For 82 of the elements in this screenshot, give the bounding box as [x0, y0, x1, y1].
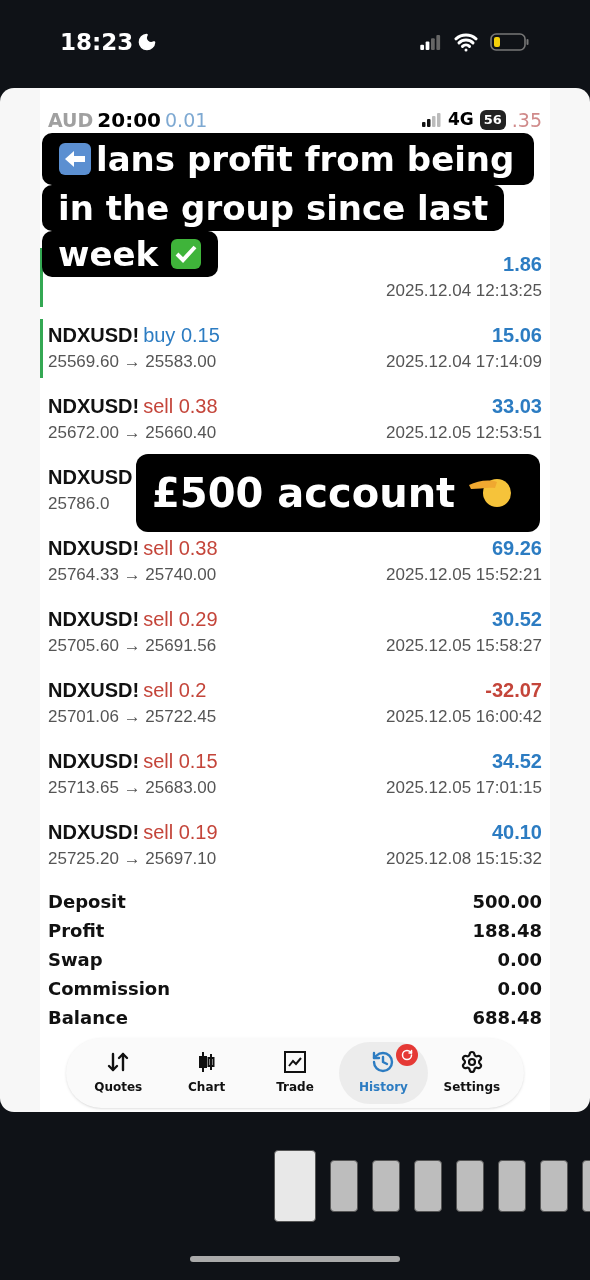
price-text: 25786.0 [48, 492, 110, 515]
order-text: sell 0.38 [143, 535, 218, 561]
network-text: 4G [447, 108, 474, 132]
summary-label: Commission [48, 977, 171, 1001]
price-text: 25705.60 → 25691.56 [48, 634, 217, 657]
summary-label: Swap [48, 948, 103, 972]
tab-button[interactable]: Trade [250, 1042, 340, 1104]
time-text: 2025.12.05 15:58:27 [386, 634, 542, 657]
tab-button[interactable]: Settings [427, 1042, 517, 1104]
time-text: 2025.12.05 12:53:51 [386, 421, 542, 444]
summary-label: Deposit [48, 890, 126, 914]
settings-icon [459, 1050, 484, 1074]
summary-value: 688.48 [472, 1006, 542, 1030]
thumbnail[interactable] [414, 1160, 442, 1212]
symbol-text: NDXUSD! [48, 393, 140, 419]
battery-icon [490, 32, 530, 52]
symbol-text: NDXUSD! [48, 535, 140, 561]
check-mark-icon [170, 238, 203, 270]
moon-icon [137, 32, 158, 52]
symbol-text: NDXUSD! [48, 819, 140, 845]
signal-icon [420, 34, 442, 50]
faded-volume-text: 0.01 [165, 107, 208, 133]
tab-button[interactable]: Quotes [74, 1042, 163, 1104]
order-text: sell 0.2 [143, 677, 207, 703]
tab-button[interactable]: Chart [162, 1042, 251, 1104]
profit-text: 40.10 [491, 819, 542, 845]
order-text: sell 0.19 [143, 819, 218, 845]
summary-value: 0.00 [497, 977, 542, 1001]
symbol-text: NDXUSD! [48, 322, 140, 348]
clock-text: 18:23 [60, 27, 134, 57]
summary-value: 500.00 [472, 890, 542, 914]
time-text: 2025.12.05 16:00:42 [386, 705, 542, 728]
profit-text: 69.26 [491, 535, 542, 561]
price-text: 25725.20 → 25697.10 [48, 847, 217, 870]
faded-profit-text: .35 [511, 107, 542, 133]
time-text: 2025.12.08 15:15:32 [386, 847, 542, 870]
tab-button[interactable]: History [339, 1042, 428, 1104]
faded-symbol-text: AUD [48, 107, 94, 133]
profit-text: 34.52 [491, 748, 542, 774]
price-text: 25672.00 → 25660.40 [48, 421, 217, 444]
summary-value: 0.00 [497, 948, 542, 972]
caption-text: in the group since last [58, 187, 489, 230]
profit-text: -32.07 [485, 677, 542, 703]
symbol-text: NDXUSD [48, 464, 133, 490]
time-text: 2025.12.05 15:52:21 [386, 563, 542, 586]
thumbnail[interactable] [456, 1160, 484, 1212]
order-text: sell 0.29 [143, 606, 218, 632]
thumbnail[interactable] [330, 1160, 358, 1212]
battery-level-badge: 56 [479, 110, 506, 130]
thumbnail[interactable] [274, 1150, 316, 1222]
refresh-icon [400, 1049, 413, 1061]
caption-text: week [58, 233, 159, 276]
price-text: 25764.33 → 25740.00 [48, 563, 217, 586]
summary-value: 188.48 [472, 919, 542, 943]
thumbnail[interactable] [498, 1160, 526, 1212]
signal-icon [421, 113, 442, 127]
time-text: 2025.12.04 12:13:25 [386, 279, 542, 302]
price-text: 25569.60 → 25583.00 [48, 350, 217, 373]
time-text: 2025.12.04 17:14:09 [386, 350, 542, 373]
order-text: buy 0.15 [143, 322, 220, 348]
price-text: 25701.06 → 25722.45 [48, 705, 217, 728]
caption-text: lans profit from being [96, 138, 515, 181]
thumbnail[interactable] [540, 1160, 568, 1212]
caption-text: £500 account [152, 469, 456, 518]
screenshot-clock-text: 20:00 [97, 107, 161, 134]
profit-text: 15.06 [491, 322, 542, 348]
order-text: sell 0.38 [143, 393, 218, 419]
symbol-text: NDXUSD! [48, 606, 140, 632]
symbol-text: NDXUSD! [48, 748, 140, 774]
price-text: 25713.65 → 25683.00 [48, 776, 217, 799]
sort-arrows-icon [106, 1050, 131, 1074]
profit-text: 30.52 [491, 606, 542, 632]
profit-text: 33.03 [491, 393, 542, 419]
summary-label: Balance [48, 1006, 128, 1030]
line-chart-icon [283, 1050, 307, 1074]
profit-text: 1.86 [503, 251, 542, 277]
history-icon [371, 1050, 396, 1074]
symbol-text: NDXUSD! [48, 677, 140, 703]
order-text: sell 0.15 [143, 748, 218, 774]
thumbnail[interactable] [372, 1160, 400, 1212]
time-text: 2025.12.05 17:01:15 [386, 776, 542, 799]
summary-label: Profit [48, 919, 105, 943]
